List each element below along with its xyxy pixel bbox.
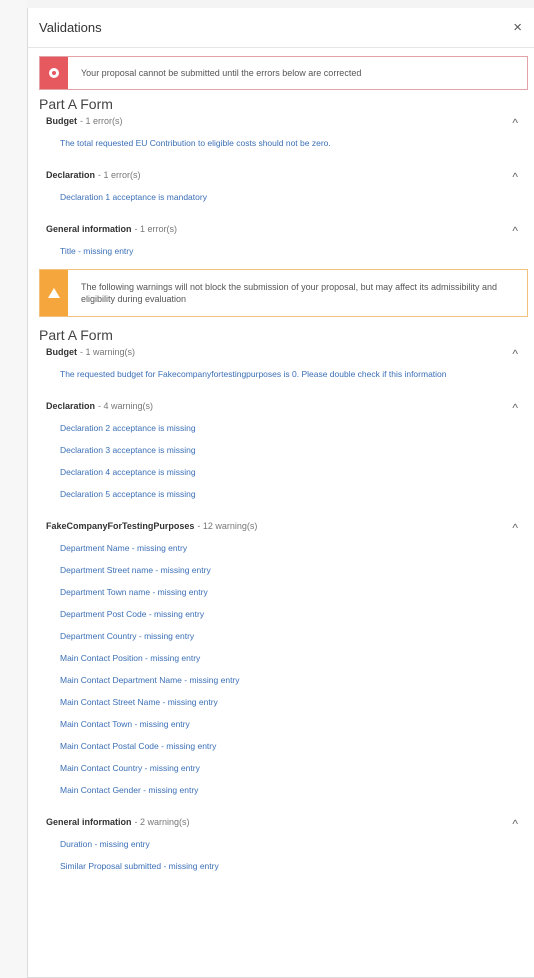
validation-link[interactable]: Department Street name - missing entry: [46, 565, 520, 575]
warning-banner-text: The following warnings will not block th…: [81, 282, 498, 304]
chevron-up-icon[interactable]: ^: [512, 347, 518, 361]
warnings-group-declaration: Declaration - 4 warning(s) ^ Declaration 2 …: [28, 401, 534, 499]
panel-title: Validations: [39, 20, 102, 35]
validation-link[interactable]: Main Contact Gender - missing entry: [46, 785, 520, 795]
group-count: - 2 warning(s): [134, 817, 190, 827]
validation-link[interactable]: The requested budget for Fakecompanyfort…: [46, 369, 520, 379]
validation-link[interactable]: Declaration 4 acceptance is missing: [46, 467, 520, 477]
validation-link[interactable]: Similar Proposal submitted - missing ent…: [46, 861, 520, 871]
group-header[interactable]: FakeCompanyForTestingPurposes - 12 warnin…: [46, 521, 520, 535]
group-header[interactable]: Budget - 1 warning(s) ^: [46, 347, 520, 361]
group-name: Budget: [46, 116, 77, 126]
validations-panel: Validations × Your proposal cannot be su…: [27, 8, 534, 978]
warnings-group-budget: Budget - 1 warning(s) ^ The requested budge…: [28, 347, 534, 379]
validation-link[interactable]: Declaration 1 acceptance is mandatory: [46, 192, 520, 202]
group-header[interactable]: Budget - 1 error(s) ^: [46, 116, 520, 130]
warning-icon-box: [40, 270, 68, 316]
warning-triangle-icon: [48, 288, 60, 298]
group-count: - 1 error(s): [98, 170, 141, 180]
warnings-group-general-information: General information - 2 warning(s) ^ Durati…: [28, 817, 534, 871]
chevron-up-icon[interactable]: ^: [512, 116, 518, 130]
group-name: Declaration: [46, 170, 96, 180]
errors-group-declaration: Declaration - 1 error(s) ^ Declaration 1 ac…: [28, 170, 534, 202]
error-banner: Your proposal cannot be submitted until …: [39, 56, 528, 90]
validation-link[interactable]: Department Name - missing entry: [46, 543, 520, 553]
panel-header: Validations ×: [28, 8, 534, 48]
validation-link[interactable]: Duration - missing entry: [46, 839, 520, 849]
error-banner-text: Your proposal cannot be submitted until …: [81, 68, 362, 78]
group-count: - 1 error(s): [134, 224, 178, 234]
errors-part-title: Part A Form: [39, 96, 113, 112]
group-name: Budget: [46, 347, 77, 357]
validation-link[interactable]: Declaration 5 acceptance is missing: [46, 489, 520, 499]
group-name: General information: [46, 224, 132, 234]
error-icon-box: [40, 57, 68, 89]
chevron-up-icon[interactable]: ^: [512, 521, 518, 535]
group-header[interactable]: General information - 2 warning(s) ^: [46, 817, 520, 831]
validation-link[interactable]: Main Contact Department Name - missing e…: [46, 675, 520, 685]
error-groups: Budget - 1 error(s) ^ The total requested E…: [28, 116, 534, 256]
group-name: General information: [46, 817, 132, 827]
errors-group-budget: Budget - 1 error(s) ^ The total requested E…: [28, 116, 534, 148]
error-circle-icon: [49, 68, 59, 78]
chevron-up-icon[interactable]: ^: [512, 224, 518, 238]
background-left: [0, 0, 27, 978]
chevron-up-icon[interactable]: ^: [512, 817, 518, 831]
validation-link[interactable]: Declaration 2 acceptance is missing: [46, 423, 520, 433]
group-count: - 1 warning(s): [80, 347, 136, 357]
validation-link[interactable]: Main Contact Street Name - missing entry: [46, 697, 520, 707]
group-header[interactable]: Declaration - 4 warning(s) ^: [46, 401, 520, 415]
group-name: Declaration: [46, 401, 96, 411]
chevron-up-icon[interactable]: ^: [512, 401, 518, 415]
warnings-group-fakecompanyfortestingpurposes: FakeCompanyForTestingPurposes - 12 warnin…: [28, 521, 534, 795]
group-name: FakeCompanyForTestingPurposes: [46, 521, 195, 531]
validation-link[interactable]: Declaration 3 acceptance is missing: [46, 445, 520, 455]
validation-link[interactable]: Title - missing entry: [46, 246, 520, 256]
validation-link[interactable]: Main Contact Country - missing entry: [46, 763, 520, 773]
group-count: - 12 warning(s): [197, 521, 258, 531]
panel-content: Your proposal cannot be submitted until …: [28, 48, 534, 871]
group-count: - 4 warning(s): [98, 401, 154, 411]
chevron-up-icon[interactable]: ^: [512, 170, 518, 184]
validation-link[interactable]: The total requested EU Contribution to e…: [46, 138, 520, 148]
warnings-part-title: Part A Form: [39, 327, 113, 343]
close-icon[interactable]: ×: [513, 20, 522, 35]
group-count: - 1 error(s): [80, 116, 123, 126]
validation-link[interactable]: Department Country - missing entry: [46, 631, 520, 641]
validation-link[interactable]: Main Contact Town - missing entry: [46, 719, 520, 729]
warning-banner: The following warnings will not block th…: [39, 269, 528, 317]
warning-groups: Budget - 1 warning(s) ^ The requested budge…: [28, 347, 534, 871]
validation-link[interactable]: Department Post Code - missing entry: [46, 609, 520, 619]
validation-link[interactable]: Main Contact Position - missing entry: [46, 653, 520, 663]
background-strip: [0, 0, 534, 8]
validation-link[interactable]: Main Contact Postal Code - missing entry: [46, 741, 520, 751]
validation-link[interactable]: Department Town name - missing entry: [46, 587, 520, 597]
group-header[interactable]: General information - 1 error(s) ^: [46, 224, 520, 238]
errors-group-general-information: General information - 1 error(s) ^ Title - …: [28, 224, 534, 256]
group-header[interactable]: Declaration - 1 error(s) ^: [46, 170, 520, 184]
